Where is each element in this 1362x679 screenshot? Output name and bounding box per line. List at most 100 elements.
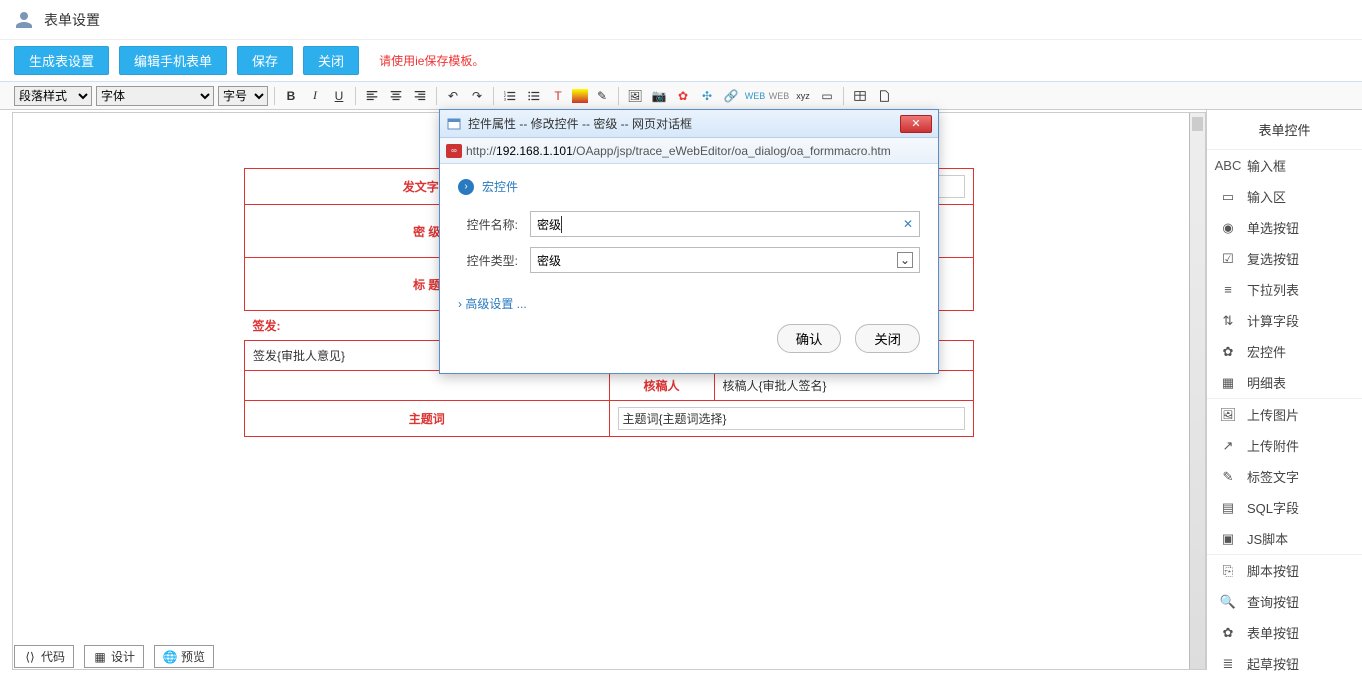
ordered-list-icon[interactable]: 123 (500, 86, 520, 106)
upload-file-icon: ↗ (1219, 437, 1237, 455)
font-family-select[interactable]: 字体 (96, 86, 214, 106)
chevron-down-icon[interactable]: ⌄ (897, 252, 913, 268)
sidebar-item-label: 复选按钮 (1247, 249, 1299, 268)
save-button[interactable]: 保存 (237, 46, 293, 75)
sidebar-item-upload-file[interactable]: ↗ 上传附件 (1207, 430, 1362, 461)
dialog-url: http://192.168.1.101/OAapp/jsp/trace_eWe… (466, 144, 891, 158)
select-icon: ≡ (1219, 281, 1237, 299)
cancel-button[interactable]: 关闭 (855, 324, 920, 353)
sidebar-item-checkbox[interactable]: ☑ 复选按钮 (1207, 243, 1362, 274)
checkbox-icon: ☑ (1219, 250, 1237, 268)
paragraph-style-select[interactable]: 段落样式 (14, 86, 92, 106)
sidebar-item-label: 标签文字 (1247, 467, 1299, 486)
sidebar-item-label: JS脚本 (1247, 529, 1288, 548)
sidebar-item-script-button[interactable]: ⎘脚本按钮 (1207, 555, 1362, 586)
preview-view-tab[interactable]: 🌐预览 (154, 645, 214, 668)
insert-image-icon[interactable]: 🖼 (625, 86, 645, 106)
sidebar-item-label: 下拉列表 (1247, 280, 1299, 299)
controls-sidebar: 表单控件 ABC输入框▭输入区◉单选按钮 ☑ 复选按钮 ≡ 下拉列表 ⇅计算字段✿宏控件▦… (1206, 110, 1362, 670)
sidebar-item-label-text[interactable]: ✎标签文字 (1207, 461, 1362, 492)
unordered-list-icon[interactable] (524, 86, 544, 106)
toolbar-divider (274, 87, 275, 105)
advanced-settings-toggle[interactable]: › 高级设置 ... (458, 295, 920, 312)
plugin-icon-2[interactable]: ✣ (697, 86, 717, 106)
sidebar-item-label: 起草按钮 (1247, 654, 1299, 673)
control-name-input[interactable]: 密级 ✕ (530, 211, 920, 237)
sidebar-item-macro[interactable]: ✿宏控件 (1207, 336, 1362, 367)
clear-icon[interactable]: ✕ (903, 217, 913, 231)
align-center-icon[interactable] (386, 86, 406, 106)
vertical-scrollbar[interactable] (1189, 113, 1205, 669)
bg-color-icon[interactable] (572, 89, 588, 103)
sidebar-item-label: 查询按钮 (1247, 592, 1299, 611)
sidebar-item-detail-table[interactable]: ▦明细表 (1207, 367, 1362, 398)
toolbar-divider (355, 87, 356, 105)
sidebar-item-label: SQL字段 (1247, 498, 1299, 517)
sidebar-item-radio[interactable]: ◉单选按钮 (1207, 212, 1362, 243)
table-icon[interactable] (850, 86, 870, 106)
insert-media-icon[interactable]: 📷 (649, 86, 669, 106)
control-type-label: 控件类型: (458, 252, 518, 269)
plugin-icon-1[interactable]: ✿ (673, 86, 693, 106)
generate-settings-button[interactable]: 生成表设置 (14, 46, 109, 75)
confirm-button[interactable]: 确认 (777, 324, 842, 353)
sidebar-item-select[interactable]: ≡ 下拉列表 (1207, 274, 1362, 305)
code-view-icon[interactable]: xyz (793, 86, 813, 106)
toolbar-divider (436, 87, 437, 105)
code-view-tab[interactable]: ⟨⟩代码 (14, 645, 74, 668)
sidebar-item-input-box[interactable]: ABC输入框 (1207, 150, 1362, 181)
toolbar-divider (493, 87, 494, 105)
design-view-tab[interactable]: ▦设计 (84, 645, 144, 668)
dialog-body: › 宏控件 控件名称: 密级 ✕ 控件类型: 密级 ⌄ › 高级设置 ... 确… (440, 164, 938, 373)
sidebar-item-calc[interactable]: ⇅计算字段 (1207, 305, 1362, 336)
dialog-titlebar[interactable]: 控件属性 -- 修改控件 -- 密级 -- 网页对话框 ✕ (440, 110, 938, 138)
underline-icon[interactable]: U (329, 86, 349, 106)
drafter-cell[interactable]: 核稿人{审批人签名} (714, 371, 974, 401)
sidebar-item-label: 表单按钮 (1247, 623, 1299, 642)
bold-icon[interactable]: B (281, 86, 301, 106)
web-alt-icon[interactable]: WEB (769, 86, 789, 106)
close-button[interactable]: 关闭 (303, 46, 359, 75)
svg-text:3: 3 (504, 97, 506, 101)
upload-image-icon: 🖼 (1219, 406, 1237, 424)
page-header: 表单设置 (0, 0, 1362, 40)
sidebar-header: 表单控件 (1207, 110, 1362, 150)
brush-icon[interactable]: ✎ (592, 86, 612, 106)
editor-toolbar: 段落样式 字体 字号 B I U ↶ ↷ 123 T ✎ 🖼 📷 ✿ ✣ 🔗 W… (0, 82, 1362, 110)
align-left-icon[interactable] (362, 86, 382, 106)
font-color-icon[interactable]: T (548, 86, 568, 106)
control-type-row: 控件类型: 密级 ⌄ (458, 247, 920, 273)
align-right-icon[interactable] (410, 86, 430, 106)
sidebar-item-label: 输入区 (1247, 187, 1286, 206)
close-icon[interactable]: ✕ (900, 115, 932, 133)
sidebar-item-query-button[interactable]: 🔍查询按钮 (1207, 586, 1362, 617)
redo-icon[interactable]: ↷ (467, 86, 487, 106)
web-icon[interactable]: WEB (745, 86, 765, 106)
input-box-icon: ABC (1219, 157, 1237, 175)
js-script-icon: ▣ (1219, 530, 1237, 548)
sidebar-item-label: 上传附件 (1247, 436, 1299, 455)
control-type-select[interactable]: 密级 ⌄ (530, 247, 920, 273)
sidebar-item-label: 单选按钮 (1247, 218, 1299, 237)
link-icon[interactable]: 🔗 (721, 86, 741, 106)
code-icon: ⟨⟩ (23, 650, 37, 664)
calc-icon: ⇅ (1219, 312, 1237, 330)
keywords-cell[interactable]: 主题词{主题词选择} (609, 401, 974, 437)
toolbar-divider (618, 87, 619, 105)
font-size-select[interactable]: 字号 (218, 86, 268, 106)
edit-mobile-form-button[interactable]: 编辑手机表单 (119, 46, 227, 75)
sidebar-item-form-button[interactable]: ✿表单按钮 (1207, 617, 1362, 648)
sidebar-item-draft-button[interactable]: ≣起草按钮 (1207, 648, 1362, 679)
section-title: 宏控件 (482, 178, 518, 195)
sidebar-item-upload-image[interactable]: 🖼上传图片 (1207, 399, 1362, 430)
table-row: 主题词 主题词{主题词选择} (245, 401, 974, 437)
browser-engine-icon: ∞ (446, 144, 462, 158)
doc-icon[interactable]: ▭ (817, 86, 837, 106)
sidebar-item-sql-field[interactable]: ▤SQL字段 (1207, 492, 1362, 523)
sidebar-item-textarea[interactable]: ▭输入区 (1207, 181, 1362, 212)
undo-icon[interactable]: ↶ (443, 86, 463, 106)
sidebar-item-js-script[interactable]: ▣ JS脚本 (1207, 523, 1362, 554)
sidebar-item-label: 脚本按钮 (1247, 561, 1299, 580)
page-icon[interactable] (874, 86, 894, 106)
italic-icon[interactable]: I (305, 86, 325, 106)
